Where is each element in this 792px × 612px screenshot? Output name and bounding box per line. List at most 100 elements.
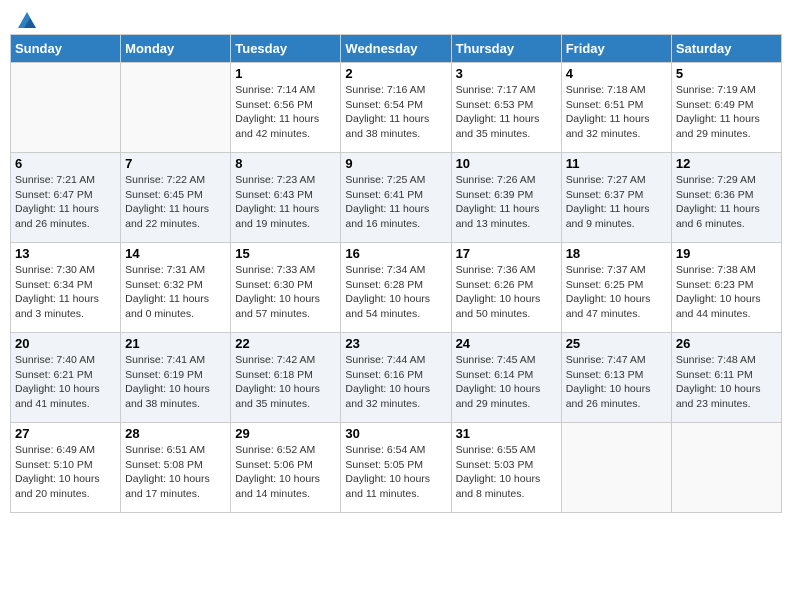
day-number: 19 — [676, 246, 777, 261]
day-info: Sunrise: 7:37 AMSunset: 6:25 PMDaylight:… — [566, 263, 667, 322]
calendar-cell: 15 Sunrise: 7:33 AMSunset: 6:30 PMDayligh… — [231, 243, 341, 333]
calendar-cell: 7 Sunrise: 7:22 AMSunset: 6:45 PMDaylight… — [121, 153, 231, 243]
day-header-monday: Monday — [121, 35, 231, 63]
day-number: 10 — [456, 156, 557, 171]
day-number: 23 — [345, 336, 446, 351]
day-info: Sunrise: 7:33 AMSunset: 6:30 PMDaylight:… — [235, 263, 336, 322]
day-info: Sunrise: 7:45 AMSunset: 6:14 PMDaylight:… — [456, 353, 557, 412]
day-info: Sunrise: 6:49 AMSunset: 5:10 PMDaylight:… — [15, 443, 116, 502]
calendar-cell: 28 Sunrise: 6:51 AMSunset: 5:08 PMDayligh… — [121, 423, 231, 513]
day-number: 20 — [15, 336, 116, 351]
day-info: Sunrise: 7:22 AMSunset: 6:45 PMDaylight:… — [125, 173, 226, 232]
calendar-cell: 27 Sunrise: 6:49 AMSunset: 5:10 PMDayligh… — [11, 423, 121, 513]
day-header-sunday: Sunday — [11, 35, 121, 63]
day-number: 8 — [235, 156, 336, 171]
day-info: Sunrise: 7:21 AMSunset: 6:47 PMDaylight:… — [15, 173, 116, 232]
calendar-cell: 2 Sunrise: 7:16 AMSunset: 6:54 PMDaylight… — [341, 63, 451, 153]
calendar-cell — [561, 423, 671, 513]
calendar-cell: 21 Sunrise: 7:41 AMSunset: 6:19 PMDayligh… — [121, 333, 231, 423]
day-info: Sunrise: 7:30 AMSunset: 6:34 PMDaylight:… — [15, 263, 116, 322]
day-info: Sunrise: 7:29 AMSunset: 6:36 PMDaylight:… — [676, 173, 777, 232]
day-info: Sunrise: 6:55 AMSunset: 5:03 PMDaylight:… — [456, 443, 557, 502]
day-number: 14 — [125, 246, 226, 261]
day-number: 9 — [345, 156, 446, 171]
day-info: Sunrise: 7:40 AMSunset: 6:21 PMDaylight:… — [15, 353, 116, 412]
day-number: 27 — [15, 426, 116, 441]
day-info: Sunrise: 7:27 AMSunset: 6:37 PMDaylight:… — [566, 173, 667, 232]
calendar-week-row: 1 Sunrise: 7:14 AMSunset: 6:56 PMDaylight… — [11, 63, 782, 153]
day-number: 6 — [15, 156, 116, 171]
day-number: 11 — [566, 156, 667, 171]
day-number: 5 — [676, 66, 777, 81]
calendar-week-row: 27 Sunrise: 6:49 AMSunset: 5:10 PMDayligh… — [11, 423, 782, 513]
day-header-wednesday: Wednesday — [341, 35, 451, 63]
calendar-cell — [11, 63, 121, 153]
day-number: 15 — [235, 246, 336, 261]
day-number: 31 — [456, 426, 557, 441]
day-number: 7 — [125, 156, 226, 171]
calendar: SundayMondayTuesdayWednesdayThursdayFrid… — [10, 34, 782, 513]
day-info: Sunrise: 6:51 AMSunset: 5:08 PMDaylight:… — [125, 443, 226, 502]
day-number: 21 — [125, 336, 226, 351]
day-number: 24 — [456, 336, 557, 351]
day-number: 2 — [345, 66, 446, 81]
day-number: 13 — [15, 246, 116, 261]
day-number: 18 — [566, 246, 667, 261]
day-info: Sunrise: 7:16 AMSunset: 6:54 PMDaylight:… — [345, 83, 446, 142]
calendar-cell: 17 Sunrise: 7:36 AMSunset: 6:26 PMDayligh… — [451, 243, 561, 333]
day-info: Sunrise: 7:31 AMSunset: 6:32 PMDaylight:… — [125, 263, 226, 322]
day-number: 30 — [345, 426, 446, 441]
calendar-cell: 24 Sunrise: 7:45 AMSunset: 6:14 PMDayligh… — [451, 333, 561, 423]
day-info: Sunrise: 7:38 AMSunset: 6:23 PMDaylight:… — [676, 263, 777, 322]
day-number: 1 — [235, 66, 336, 81]
day-info: Sunrise: 7:17 AMSunset: 6:53 PMDaylight:… — [456, 83, 557, 142]
calendar-cell: 26 Sunrise: 7:48 AMSunset: 6:11 PMDayligh… — [671, 333, 781, 423]
calendar-cell: 23Sunrise: 7:44 AMSunset: 6:16 PMDayligh… — [341, 333, 451, 423]
day-info: Sunrise: 7:19 AMSunset: 6:49 PMDaylight:… — [676, 83, 777, 142]
calendar-cell: 1 Sunrise: 7:14 AMSunset: 6:56 PMDaylight… — [231, 63, 341, 153]
day-info: Sunrise: 7:36 AMSunset: 6:26 PMDaylight:… — [456, 263, 557, 322]
day-number: 25 — [566, 336, 667, 351]
day-number: 3 — [456, 66, 557, 81]
day-number: 16 — [345, 246, 446, 261]
day-info: Sunrise: 7:14 AMSunset: 6:56 PMDaylight:… — [235, 83, 336, 142]
day-number: 29 — [235, 426, 336, 441]
calendar-cell: 14 Sunrise: 7:31 AMSunset: 6:32 PMDayligh… — [121, 243, 231, 333]
day-header-tuesday: Tuesday — [231, 35, 341, 63]
calendar-cell: 6 Sunrise: 7:21 AMSunset: 6:47 PMDaylight… — [11, 153, 121, 243]
day-number: 28 — [125, 426, 226, 441]
calendar-cell: 16Sunrise: 7:34 AMSunset: 6:28 PMDayligh… — [341, 243, 451, 333]
calendar-cell: 13 Sunrise: 7:30 AMSunset: 6:34 PMDayligh… — [11, 243, 121, 333]
calendar-cell: 29Sunrise: 6:52 AMSunset: 5:06 PMDayligh… — [231, 423, 341, 513]
calendar-cell: 5 Sunrise: 7:19 AMSunset: 6:49 PMDaylight… — [671, 63, 781, 153]
calendar-week-row: 6 Sunrise: 7:21 AMSunset: 6:47 PMDaylight… — [11, 153, 782, 243]
day-info: Sunrise: 7:47 AMSunset: 6:13 PMDaylight:… — [566, 353, 667, 412]
calendar-cell: 11 Sunrise: 7:27 AMSunset: 6:37 PMDayligh… — [561, 153, 671, 243]
calendar-week-row: 20 Sunrise: 7:40 AMSunset: 6:21 PMDayligh… — [11, 333, 782, 423]
day-header-thursday: Thursday — [451, 35, 561, 63]
logo-icon — [16, 10, 38, 32]
calendar-cell: 4Sunrise: 7:18 AMSunset: 6:51 PMDaylight… — [561, 63, 671, 153]
calendar-cell: 9 Sunrise: 7:25 AMSunset: 6:41 PMDaylight… — [341, 153, 451, 243]
calendar-cell: 25 Sunrise: 7:47 AMSunset: 6:13 PMDayligh… — [561, 333, 671, 423]
day-number: 12 — [676, 156, 777, 171]
day-number: 17 — [456, 246, 557, 261]
day-info: Sunrise: 7:25 AMSunset: 6:41 PMDaylight:… — [345, 173, 446, 232]
day-number: 4 — [566, 66, 667, 81]
calendar-cell: 18 Sunrise: 7:37 AMSunset: 6:25 PMDayligh… — [561, 243, 671, 333]
calendar-cell: 3 Sunrise: 7:17 AMSunset: 6:53 PMDaylight… — [451, 63, 561, 153]
calendar-cell: 19 Sunrise: 7:38 AMSunset: 6:23 PMDayligh… — [671, 243, 781, 333]
logo — [14, 10, 40, 28]
day-info: Sunrise: 7:23 AMSunset: 6:43 PMDaylight:… — [235, 173, 336, 232]
day-info: Sunrise: 7:41 AMSunset: 6:19 PMDaylight:… — [125, 353, 226, 412]
calendar-cell: 30Sunrise: 6:54 AMSunset: 5:05 PMDayligh… — [341, 423, 451, 513]
calendar-cell: 20 Sunrise: 7:40 AMSunset: 6:21 PMDayligh… — [11, 333, 121, 423]
day-number: 26 — [676, 336, 777, 351]
calendar-week-row: 13 Sunrise: 7:30 AMSunset: 6:34 PMDayligh… — [11, 243, 782, 333]
day-info: Sunrise: 7:42 AMSunset: 6:18 PMDaylight:… — [235, 353, 336, 412]
day-number: 22 — [235, 336, 336, 351]
calendar-cell: 31 Sunrise: 6:55 AMSunset: 5:03 PMDayligh… — [451, 423, 561, 513]
calendar-cell: 10Sunrise: 7:26 AMSunset: 6:39 PMDayligh… — [451, 153, 561, 243]
day-info: Sunrise: 7:48 AMSunset: 6:11 PMDaylight:… — [676, 353, 777, 412]
calendar-header-row: SundayMondayTuesdayWednesdayThursdayFrid… — [11, 35, 782, 63]
